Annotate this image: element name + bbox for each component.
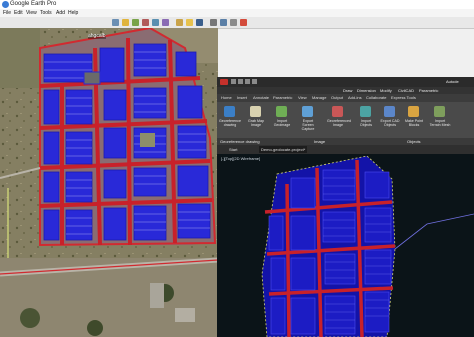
satellite-imagery [0, 28, 218, 337]
panel-title-objects: Objects [407, 139, 421, 144]
map-place-label: ahgcalb [88, 33, 106, 39]
menu-civilcad[interactable]: CivilCAD [398, 88, 414, 93]
polygon-icon[interactable] [132, 19, 139, 26]
import-objects-button[interactable]: Import Objects [355, 105, 375, 137]
grab-icon [250, 106, 261, 117]
export-screen-capture-button[interactable]: Export Screen Capture [297, 105, 317, 137]
menu-edit[interactable]: Edit [14, 9, 23, 17]
make-point-blocks-button[interactable]: Make Point Blocks [403, 105, 423, 137]
google-earth-titlebar: Google Earth Pro [0, 0, 474, 9]
tab-insert[interactable]: Insert [237, 95, 247, 101]
placemark-icon[interactable] [122, 19, 129, 26]
google-maps-icon[interactable] [240, 19, 247, 26]
satellite-map-view[interactable]: ahgcalb [0, 28, 218, 337]
tab-collaborate[interactable]: Collaborate [366, 95, 386, 101]
planets-icon[interactable] [196, 19, 203, 26]
globe-icon [224, 106, 235, 117]
menu-modify[interactable]: Modify [380, 88, 392, 93]
tab-express-tools[interactable]: Express Tools [391, 95, 416, 101]
georef-image-icon [332, 106, 343, 117]
record-tour-icon[interactable] [162, 19, 169, 26]
print-icon[interactable] [230, 19, 237, 26]
export-cad-objects-button[interactable]: Export CAD Objects [379, 105, 399, 137]
terrain-mesh-icon [434, 106, 445, 117]
undo-icon[interactable] [245, 79, 250, 84]
georeference-drawing-button[interactable]: Georeference drawing [219, 105, 241, 137]
autocad-window: Autode Draw Dimension Modify CivilCAD Pa… [217, 77, 474, 337]
export-capture-icon [302, 106, 313, 117]
point-blocks-icon [408, 106, 419, 117]
ribbon-tab-bar: Home Insert Annotate Parametric View Man… [217, 94, 474, 102]
drawing-viewport[interactable]: [-][Top][2D Wireframe] [217, 154, 474, 337]
ribbon-panel: Georeference drawing Grab Map Image Impo… [217, 102, 474, 138]
viewport-label[interactable]: [-][Top][2D Wireframe] [221, 156, 260, 161]
file-tab-bar: Start Demo-geolocate-project* [217, 145, 474, 154]
grab-map-image-button[interactable]: Grab Map Image [245, 105, 265, 137]
tab-demo-geolocate-project[interactable]: Demo-geolocate-project* [259, 146, 308, 153]
georeferenced-image-button[interactable]: Georeferenced Image [327, 105, 351, 137]
tab-annotate[interactable]: Annotate [253, 95, 269, 101]
autocad-logo-icon[interactable] [220, 79, 228, 85]
path-icon[interactable] [142, 19, 149, 26]
menu-view[interactable]: View [26, 9, 37, 17]
google-earth-menubar: File Edit View Tools Add Help [0, 9, 474, 17]
tab-home[interactable]: Home [221, 95, 232, 101]
sunlight-icon[interactable] [186, 19, 193, 26]
save-icon[interactable] [238, 79, 243, 84]
window-title: Google Earth Pro [10, 1, 57, 7]
historical-imagery-icon[interactable] [176, 19, 183, 26]
tab-output[interactable]: Output [331, 95, 343, 101]
menu-tools[interactable]: Tools [40, 9, 52, 17]
image-import-icon [276, 106, 287, 117]
tab-parametric[interactable]: Parametric [273, 95, 292, 101]
autocad-titlebar: Autode [217, 77, 474, 87]
tab-start[interactable]: Start [227, 146, 239, 153]
google-earth-logo-icon [2, 1, 9, 8]
import-objects-icon [360, 106, 371, 117]
panel-title-image: Image [314, 139, 326, 144]
tab-add-ins[interactable]: Add-ins [348, 95, 362, 101]
export-cad-icon [384, 106, 395, 117]
menu-draw[interactable]: Draw [343, 88, 352, 93]
menu-help[interactable]: Help [68, 9, 78, 17]
autocad-title: Autode [446, 79, 459, 84]
menu-file[interactable]: File [3, 9, 11, 17]
open-icon[interactable] [231, 79, 236, 84]
import-geoimage-button[interactable]: Import Geoimage [271, 105, 291, 137]
autocad-menubar: Draw Dimension Modify CivilCAD Parametri… [217, 87, 474, 94]
redo-icon[interactable] [252, 79, 257, 84]
ribbon-panel-titles: Georeference drawing Image Objects [217, 138, 474, 145]
menu-dimension[interactable]: Dimension [357, 88, 376, 93]
email-icon[interactable] [220, 19, 227, 26]
image-overlay-icon[interactable] [152, 19, 159, 26]
sidebar-toggle-icon[interactable] [112, 19, 119, 26]
menu-parametric[interactable]: Parametric [419, 88, 438, 93]
tab-manage[interactable]: Manage [312, 95, 326, 101]
cad-drawing [217, 154, 474, 337]
panel-title-georeference: Georeference drawing [220, 139, 260, 144]
ruler-icon[interactable] [210, 19, 217, 26]
menu-add[interactable]: Add [56, 9, 65, 17]
tab-view[interactable]: View [298, 95, 307, 101]
import-terrain-mesh-button[interactable]: Import Terrain Mesh [429, 105, 450, 137]
